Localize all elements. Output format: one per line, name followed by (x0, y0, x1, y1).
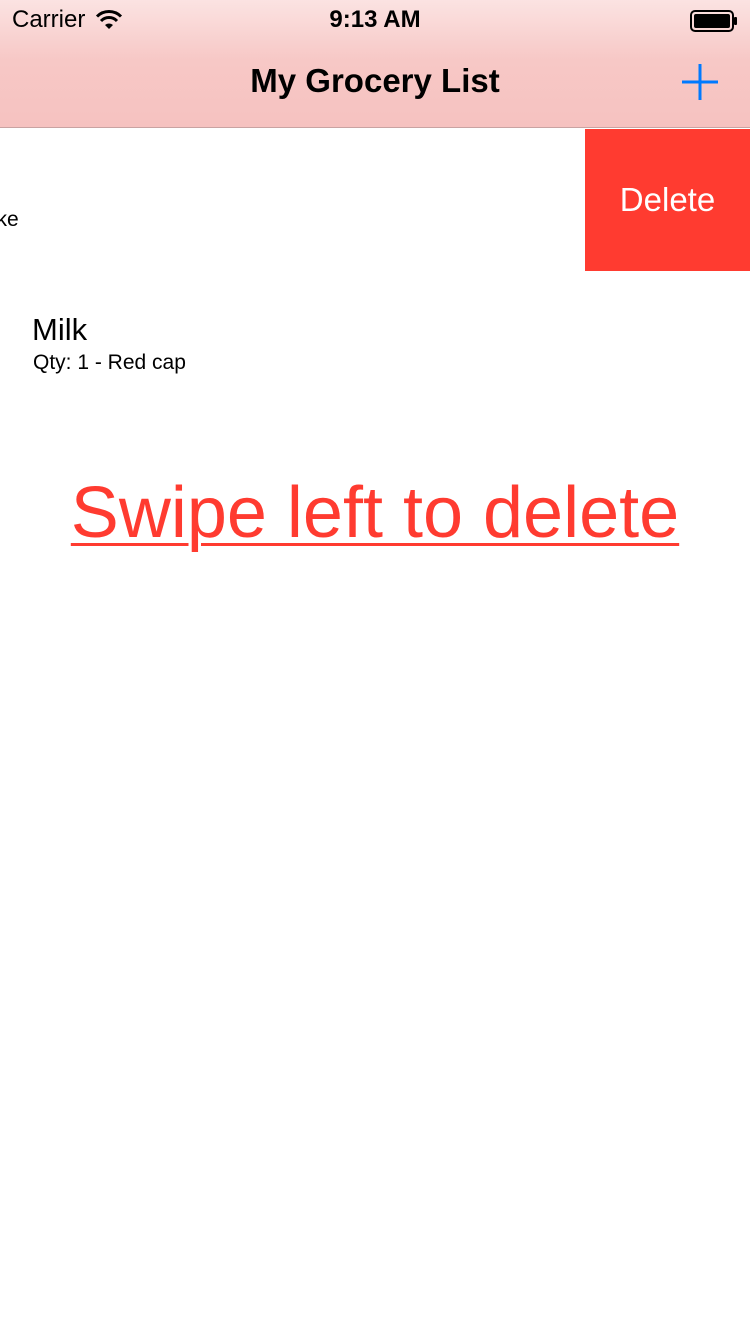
battery-icon (690, 10, 737, 32)
plus-icon[interactable] (680, 62, 720, 102)
delete-button[interactable]: Delete (585, 129, 750, 271)
list-item-content[interactable]: Milk Qty: 1 - Red cap (0, 272, 750, 414)
status-time: 9:13 AM (329, 6, 421, 33)
list-item[interactable]: Milk Qty: 1 - Red cap (0, 272, 750, 414)
item-subtitle: Strawberry cake (0, 208, 19, 231)
item-subtitle: Qty: 1 - Red cap (33, 351, 186, 374)
list-item[interactable]: Strawberry cake Delete (0, 129, 750, 271)
navigation-header: Carrier 9:13 AM My Grocery List (0, 0, 750, 128)
swipe-hint: Swipe left to delete (70, 473, 680, 553)
list-item-content[interactable]: Strawberry cake (0, 129, 584, 271)
page-title: My Grocery List (250, 62, 500, 99)
item-title: Milk (32, 312, 88, 347)
